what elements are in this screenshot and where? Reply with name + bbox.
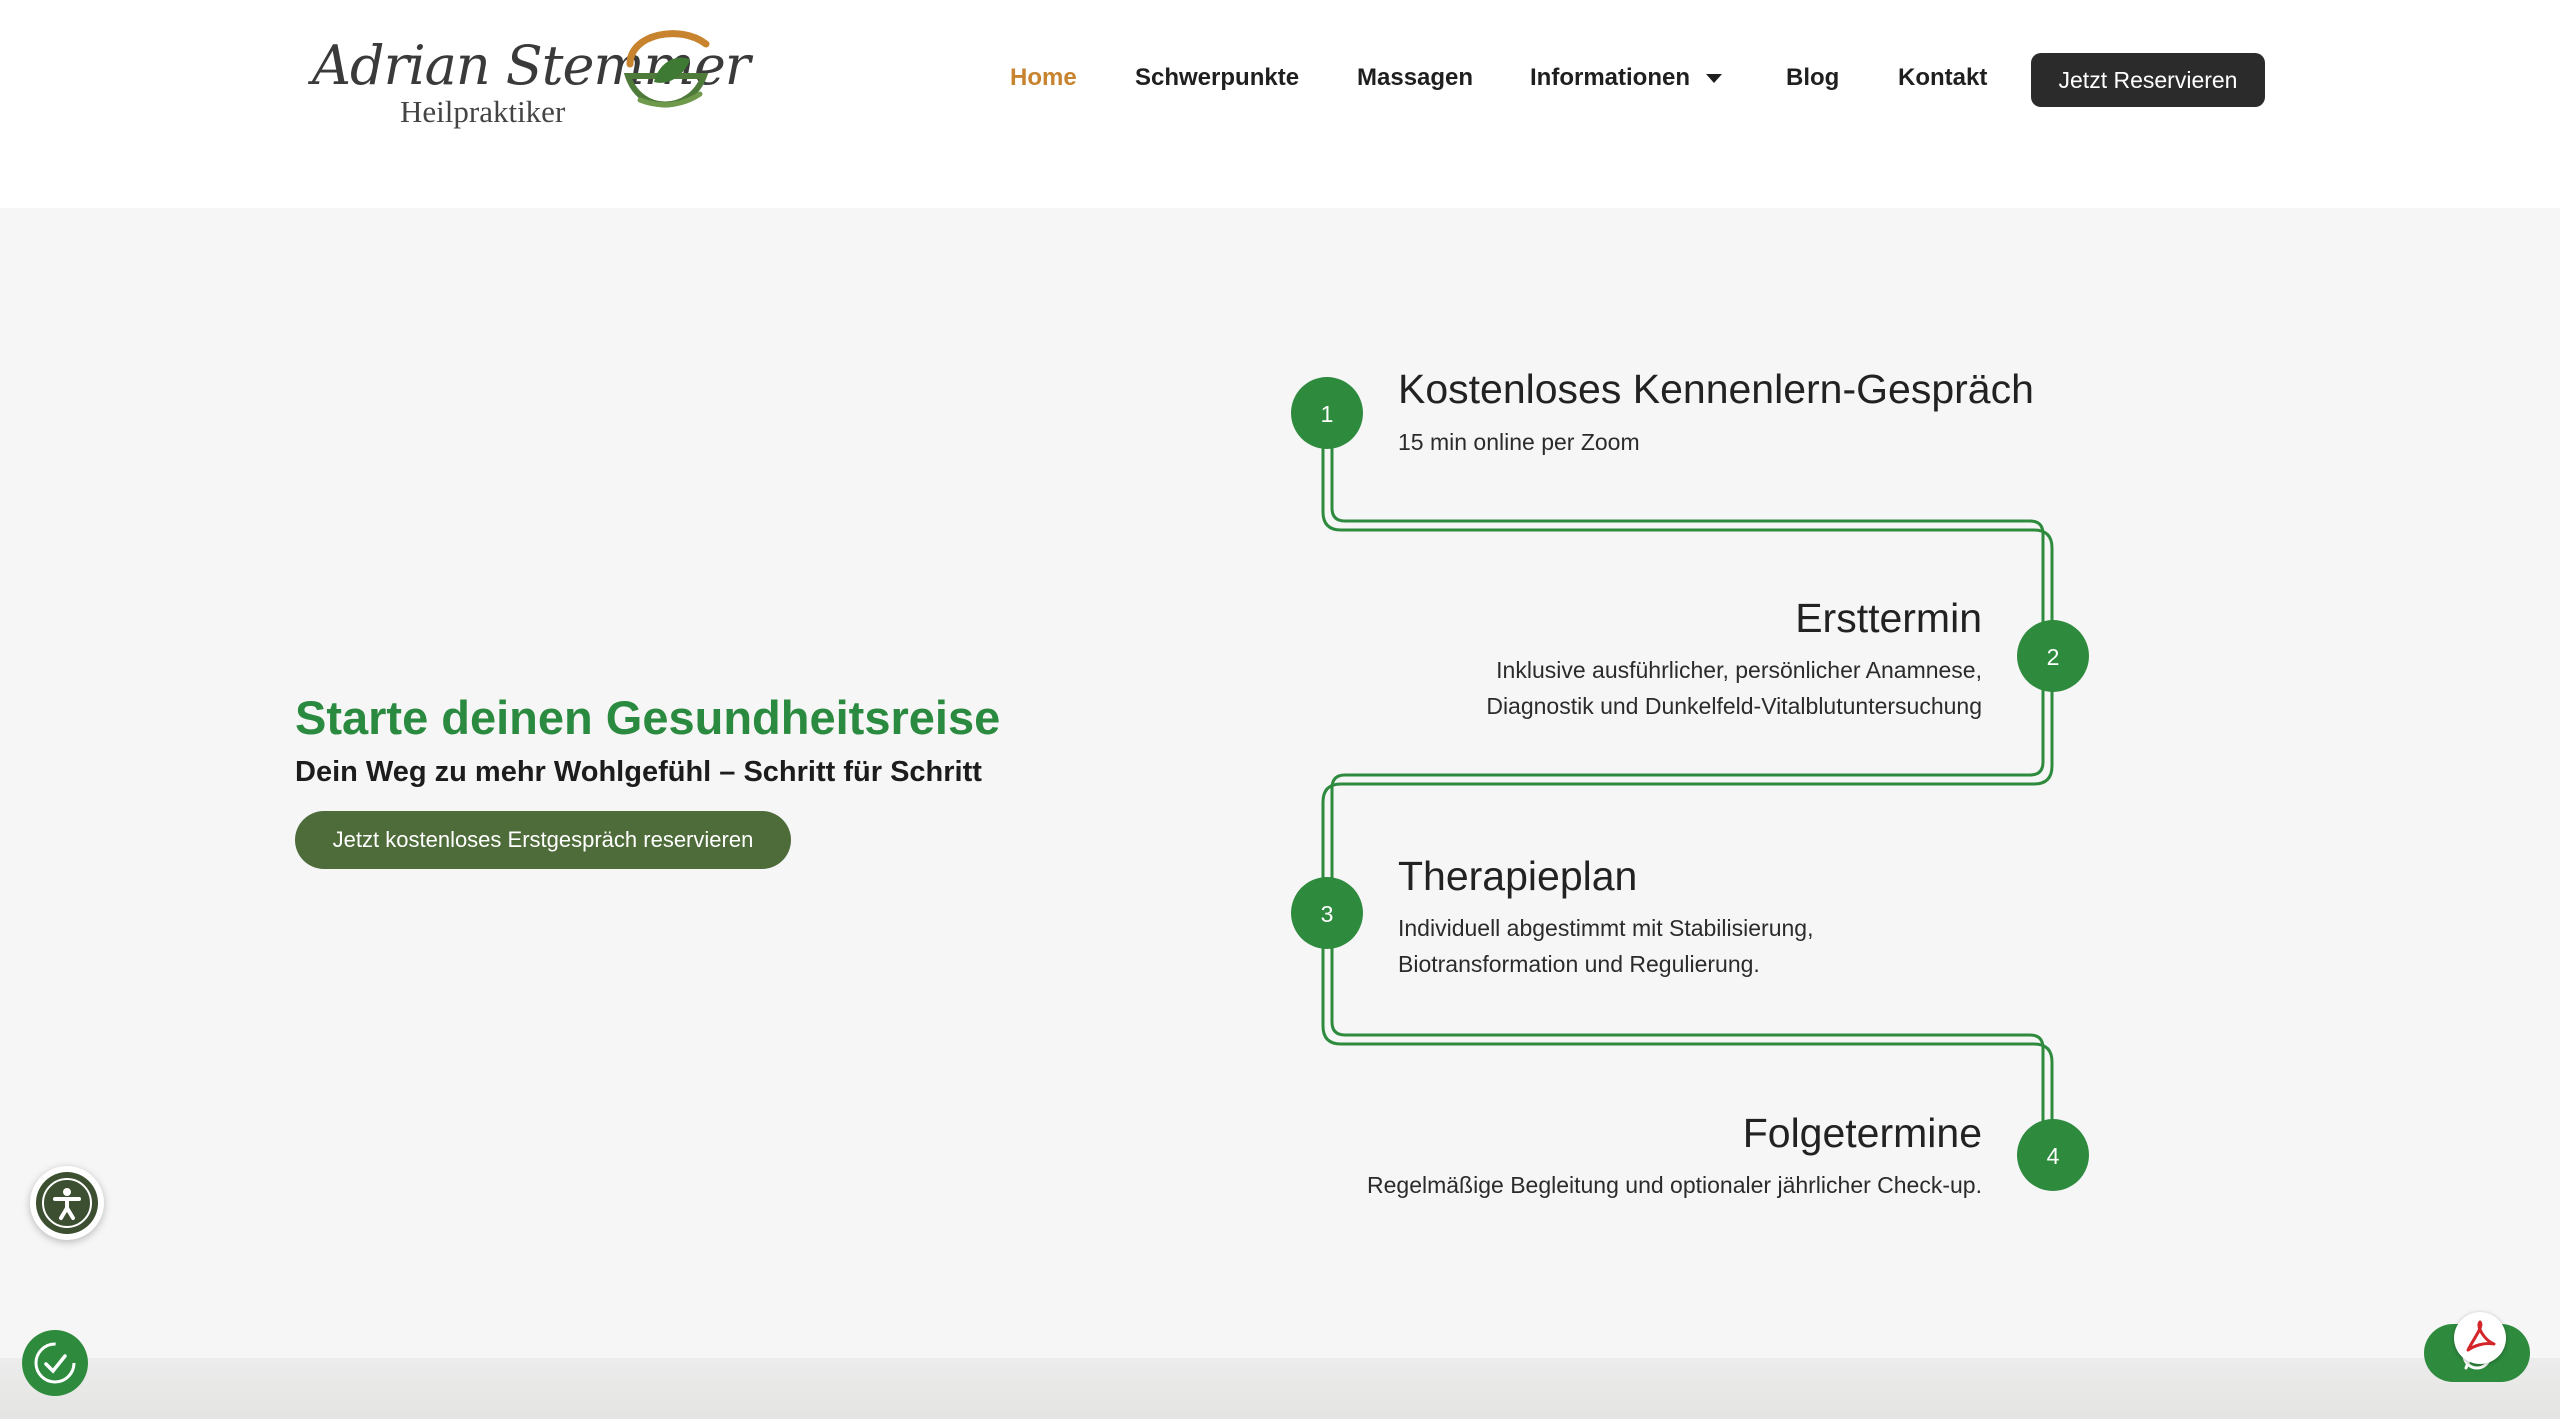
- hero-subtitle: Dein Weg zu mehr Wohlgefühl – Schritt fü…: [295, 756, 982, 788]
- step-1-marker: 1: [1291, 377, 1363, 449]
- step-3-desc-line: Individuell abgestimmt mit Stabilisierun…: [1398, 915, 1814, 941]
- pdf-button[interactable]: [2454, 1312, 2506, 1364]
- step-1-number: 1: [1321, 401, 1334, 427]
- chevron-down-icon: [1706, 74, 1722, 84]
- nav-blog[interactable]: Blog: [1786, 64, 1839, 92]
- nav-home[interactable]: Home: [1010, 64, 1077, 92]
- accessibility-icon: [36, 1172, 98, 1234]
- logo-subtitle: Heilpraktiker: [400, 94, 566, 129]
- nav-informationen-label: Informationen: [1530, 64, 1690, 91]
- step-1-title: Kostenloses Kennenlern-Gespräch: [1398, 366, 2034, 412]
- step-3-desc: Individuell abgestimmt mit Stabilisierun…: [1398, 910, 1813, 982]
- nav-schwerpunkte[interactable]: Schwerpunkte: [1135, 64, 1299, 92]
- step-3-title: Therapieplan: [1398, 853, 1638, 899]
- hero-title: Starte deinen Gesundheitsreise: [295, 691, 1001, 744]
- nav-kontakt[interactable]: Kontakt: [1898, 64, 1987, 92]
- step-2-title: Ersttermin: [1795, 595, 1982, 641]
- step-4-marker: 4: [2017, 1119, 2089, 1191]
- cookie-consent-icon: [34, 1342, 76, 1384]
- cookie-consent-button[interactable]: [22, 1330, 88, 1396]
- step-2-desc: Inklusive ausführlicher, persönlicher An…: [1486, 652, 1982, 724]
- step-4-desc: Regelmäßige Begleitung und optionaler jä…: [1367, 1167, 1982, 1203]
- site-logo[interactable]: Adrian Stemmer Heilpraktiker: [308, 20, 751, 140]
- mortar-leaf-icon: [623, 30, 710, 108]
- step-3-marker: 3: [1291, 877, 1363, 949]
- step-2-desc-line: Inklusive ausführlicher, persönlicher An…: [1496, 657, 1982, 683]
- free-consultation-button[interactable]: Jetzt kostenloses Erstgespräch reservier…: [295, 811, 791, 869]
- step-2-marker: 2: [2017, 620, 2089, 692]
- pdf-icon: [2466, 1320, 2496, 1352]
- footer-texture: [0, 1358, 2560, 1419]
- step-3-number: 3: [1321, 901, 1334, 927]
- nav-massagen[interactable]: Massagen: [1357, 64, 1473, 92]
- reserve-button[interactable]: Jetzt Reservieren: [2031, 53, 2265, 107]
- step-2-number: 2: [2047, 644, 2060, 670]
- site-header: Adrian Stemmer Heilpraktiker Home Schwer…: [0, 0, 2560, 208]
- step-2-desc-line: Diagnostik und Dunkelfeld-Vitalblutunter…: [1486, 693, 1982, 719]
- step-4-desc-line: Regelmäßige Begleitung und optionaler jä…: [1367, 1172, 1982, 1198]
- step-4-number: 4: [2047, 1143, 2060, 1169]
- step-3-desc-line: Biotransformation und Regulierung.: [1398, 951, 1760, 977]
- nav-informationen[interactable]: Informationen: [1530, 64, 1722, 92]
- step-4-title: Folgetermine: [1742, 1110, 1982, 1156]
- accessibility-button[interactable]: [30, 1166, 104, 1240]
- step-1-desc-line: 15 min online per Zoom: [1398, 429, 1640, 455]
- step-1-desc: 15 min online per Zoom: [1398, 424, 1640, 460]
